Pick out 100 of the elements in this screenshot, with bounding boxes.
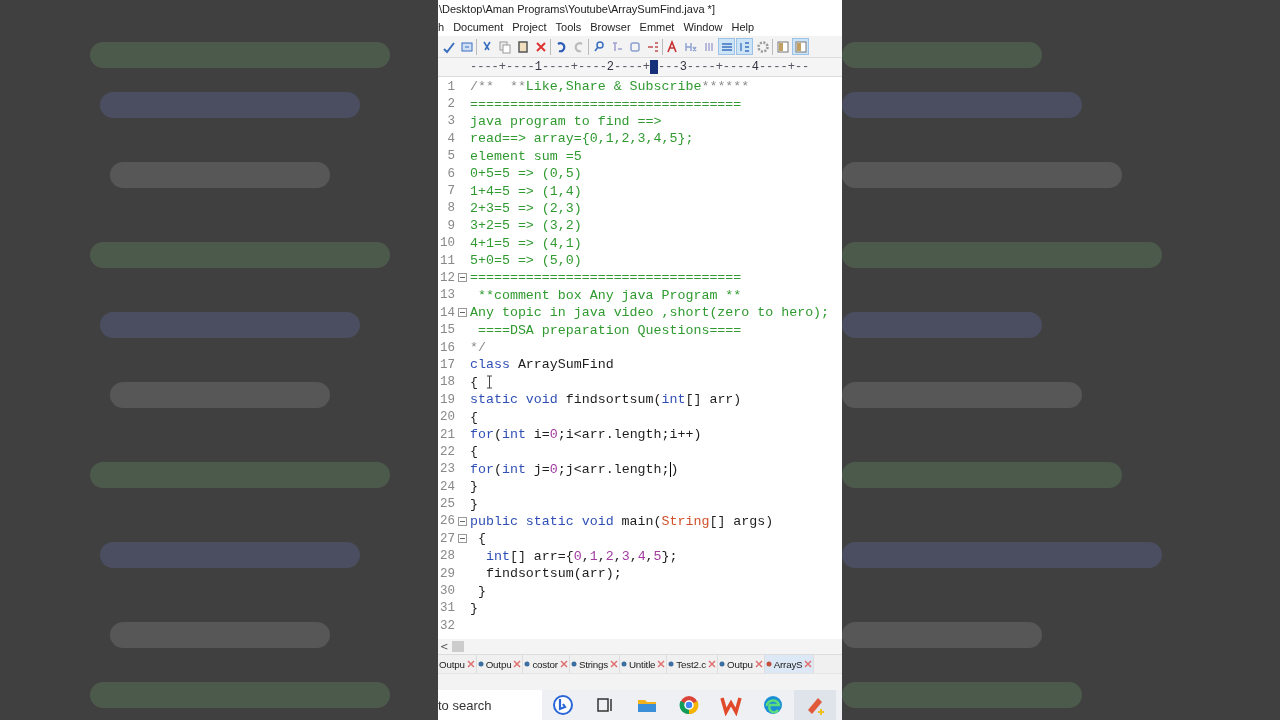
code-text: 0 <box>549 427 558 442</box>
code-text: public static void <box>470 513 614 529</box>
line-number: 3 <box>446 114 455 129</box>
line-number: 15 <box>439 323 455 338</box>
code-text: { <box>470 409 478 425</box>
code-text: , <box>597 548 606 564</box>
code-text: i= <box>532 427 550 442</box>
line-number: 27 <box>439 531 455 546</box>
code-text: /** ** <box>470 79 526 95</box>
menu-item[interactable]: h <box>438 20 445 33</box>
code-text: , <box>613 548 622 564</box>
code-text: findsortsum( <box>564 392 662 408</box>
code-text: 0 <box>549 461 558 477</box>
line-number: 4 <box>446 131 455 146</box>
code-text: 4+1=5 => (4,1) <box>470 235 582 251</box>
code-text: int <box>501 427 526 442</box>
scroll-left-arrow[interactable]: < <box>438 641 449 652</box>
code-text: 1 <box>589 548 598 564</box>
code-text: element sum =5 <box>470 148 582 164</box>
code-text: String <box>661 513 710 529</box>
ruler-ticks: ----+---- <box>686 60 752 74</box>
code-text: }; <box>661 548 678 564</box>
code-text: 4 <box>637 548 646 564</box>
ruler-label: 3 <box>679 60 687 74</box>
line-number: 2 <box>446 97 455 112</box>
code-text: ================================== <box>470 96 742 112</box>
code-text: */ <box>470 340 486 356</box>
menu-item[interactable]: Emmet <box>639 20 675 33</box>
code-text: **comment box Any java Program ** <box>476 287 742 303</box>
line-number: 23 <box>439 462 455 477</box>
code-text: { <box>470 444 478 460</box>
code-text: static void <box>470 392 558 408</box>
code-text: { <box>476 531 486 547</box>
line-number: 17 <box>439 357 455 372</box>
menu-item[interactable]: Window <box>683 20 723 33</box>
line-number: 20 <box>439 410 455 425</box>
code-text: java program to find ==> <box>470 113 662 129</box>
code-text: , <box>645 548 654 564</box>
code-text: } <box>470 600 478 616</box>
code-text: for <box>470 461 494 477</box>
line-number: 32 <box>439 618 455 633</box>
line-number: 21 <box>439 427 455 442</box>
code-text: } <box>476 583 486 599</box>
menu-item[interactable]: Help <box>731 20 755 33</box>
search-field[interactable]: to search <box>438 690 542 720</box>
code-text: [] arr) <box>685 392 742 408</box>
line-number: 13 <box>439 288 455 303</box>
code-text: [] arr={ <box>509 548 574 564</box>
line-number: 16 <box>439 340 455 355</box>
ruler-label: 1 <box>534 60 542 74</box>
menu-item[interactable]: Project <box>512 20 547 33</box>
tab-label: Untitle <box>629 658 656 670</box>
menu-item[interactable]: Browser <box>590 20 631 33</box>
tab-label: Test2.c <box>676 658 706 670</box>
line-number: 28 <box>439 549 455 564</box>
code-text: ================================== <box>470 270 742 286</box>
code-text: } <box>470 479 478 495</box>
line-number: 26 <box>439 514 455 529</box>
menu-item[interactable]: Tools <box>555 20 582 33</box>
line-number: 22 <box>439 444 455 459</box>
code-text: [] args) <box>709 513 774 529</box>
line-number: 31 <box>439 601 455 616</box>
tab-label: ArrayS <box>773 658 803 670</box>
ruler-label: 4 <box>751 60 759 74</box>
code-text: 5+0=5 => (5,0) <box>470 253 582 269</box>
code-text: ;i<arr.length;i++) <box>557 427 702 442</box>
code-text: findsortsum(arr); <box>484 566 622 582</box>
line-number: 12 <box>439 271 455 285</box>
line-number: 18 <box>439 375 455 390</box>
ruler-ticks: ----+-- <box>758 60 810 74</box>
ruler-ticks: --- <box>658 60 680 74</box>
code-text: { <box>470 374 479 390</box>
code-text: 0 <box>573 548 582 564</box>
tab-label: Outpu <box>727 658 753 670</box>
line-number: 9 <box>446 218 455 233</box>
code-text: main( <box>620 513 662 529</box>
file-tab[interactable]: ArrayS <box>764 655 815 673</box>
line-number: 24 <box>439 479 455 494</box>
code-text: 1+4=5 => (1,4) <box>470 183 582 199</box>
code-text: int <box>501 461 526 477</box>
line-number: 29 <box>439 566 455 581</box>
line-number: 30 <box>439 584 455 598</box>
code-text: ( <box>493 461 502 477</box>
code-text: int <box>661 392 686 408</box>
line-number: 14 <box>439 305 455 320</box>
line-number: 11 <box>439 253 455 268</box>
code-text: class <box>470 357 510 373</box>
line-number: 6 <box>446 166 455 181</box>
code-text: Like,Share & Subscribe <box>525 79 702 95</box>
code-text: 5 <box>653 548 662 564</box>
code-text: } <box>470 496 478 512</box>
code-text: , <box>581 548 590 564</box>
ruler-ticks: ----+ <box>614 60 651 74</box>
code-text: for <box>470 427 494 442</box>
line-number: 1 <box>446 79 455 94</box>
menu-item[interactable]: Document <box>453 20 504 33</box>
window-title: \Desktop\Aman Programs\Youtube\ArraySumFind.java *] <box>439 2 715 15</box>
code-text: 2 <box>605 548 614 564</box>
ruler-ticks: ----+---- <box>470 60 535 74</box>
code-text: read==> array={0,1,2,3,4,5}; <box>470 131 694 147</box>
